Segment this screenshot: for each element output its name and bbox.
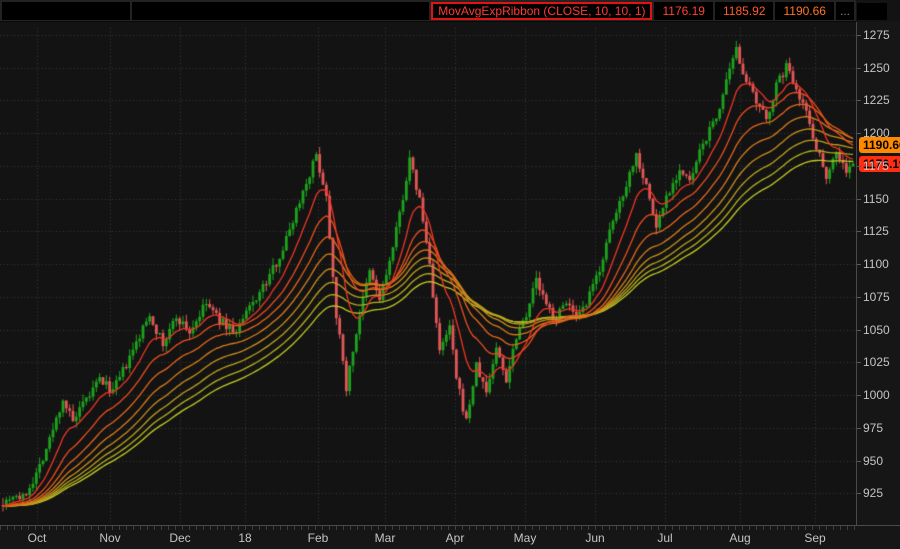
price-chart-canvas[interactable] (0, 22, 856, 525)
time-axis[interactable]: Oct Nov Dec 18 Feb Mar Apr May Jun Jul Aug Sep (0, 525, 900, 549)
study-values-overflow[interactable]: ... (836, 2, 854, 20)
time-axis-label: 18 (238, 531, 251, 545)
time-axis-label: Dec (169, 531, 190, 545)
study-value-cell-1[interactable]: 1176.19 (654, 2, 713, 20)
price-axis-label: 1025 (863, 355, 890, 369)
price-axis-label: 1050 (863, 323, 890, 337)
price-axis-label: 925 (863, 486, 883, 500)
trading-chart-window: MovAvgExpRibbon (CLOSE, 10, 10, 1) 1176.… (0, 0, 900, 549)
study-value-1: 1176.19 (662, 4, 705, 18)
price-axis-tick (857, 68, 861, 69)
study-legend-bar: MovAvgExpRibbon (CLOSE, 10, 10, 1) 1176.… (0, 0, 856, 22)
price-axis-tick (857, 264, 861, 265)
price-axis-label: 1250 (863, 61, 890, 75)
time-axis-label: Jul (657, 531, 672, 545)
study-value-3: 1190.66 (783, 4, 826, 18)
price-axis-tick (857, 199, 861, 200)
price-axis-label: 1075 (863, 290, 890, 304)
study-value-2: 1185.92 (723, 4, 766, 18)
price-axis-tick (857, 395, 861, 396)
study-label-cell[interactable]: MovAvgExpRibbon (CLOSE, 10, 10, 1) (431, 2, 652, 20)
time-axis-label: Jun (585, 531, 604, 545)
legend-blank-cell[interactable] (132, 2, 429, 20)
time-axis-label: Aug (729, 531, 750, 545)
price-axis-tick (857, 100, 861, 101)
price-axis-label: 1275 (863, 28, 890, 42)
study-value-cell-3[interactable]: 1190.66 (775, 2, 834, 20)
overflow-ellipsis: ... (840, 4, 850, 18)
price-axis-tick (857, 297, 861, 298)
time-axis-label: Apr (446, 531, 465, 545)
price-axis-label: 1225 (863, 93, 890, 107)
price-axis-label: 1100 (863, 257, 889, 271)
price-axis-tick (857, 461, 861, 462)
study-value-cell-2[interactable]: 1185.92 (715, 2, 774, 20)
price-axis-tick (857, 330, 861, 331)
price-axis-tick (857, 428, 861, 429)
axis-corner-box[interactable] (857, 3, 887, 20)
price-axis-tick (857, 35, 861, 36)
time-axis-label: Nov (99, 531, 120, 545)
time-axis-label: Feb (308, 531, 329, 545)
price-axis[interactable]: 1190.66 1176.19 925950975100010251050107… (856, 22, 900, 525)
price-axis-label: 975 (863, 421, 883, 435)
price-axis-tick (857, 493, 861, 494)
price-axis-tick (857, 133, 861, 134)
study-label: MovAvgExpRibbon (CLOSE, 10, 10, 1) (438, 4, 645, 18)
price-axis-label: 1200 (863, 126, 890, 140)
price-axis-label: 1000 (863, 388, 890, 402)
price-axis-tick (857, 231, 861, 232)
time-axis-ticks (0, 526, 856, 530)
time-axis-label: Mar (375, 531, 396, 545)
price-axis-tick (857, 166, 861, 167)
price-axis-label: 1125 (863, 224, 889, 238)
price-axis-label: 950 (863, 454, 883, 468)
time-axis-label: Oct (28, 531, 47, 545)
time-axis-label: Sep (804, 531, 825, 545)
price-axis-tick (857, 362, 861, 363)
time-axis-label: May (514, 531, 537, 545)
price-axis-label: 1175 (863, 159, 889, 173)
legend-blank-cell[interactable] (2, 2, 130, 20)
price-axis-label: 1150 (863, 192, 889, 206)
